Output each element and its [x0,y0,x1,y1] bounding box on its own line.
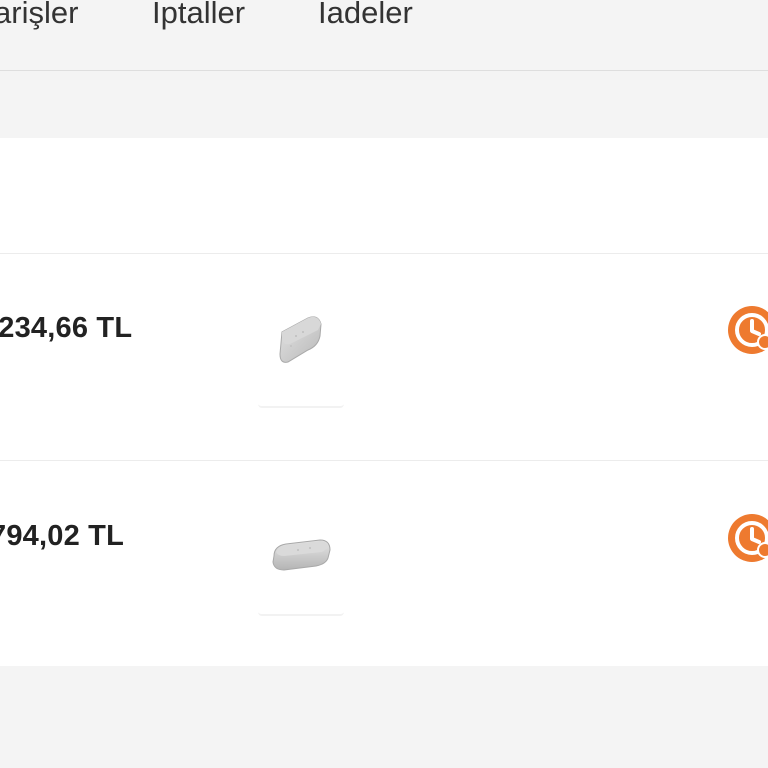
order-total-price: .234,66 TL [0,312,133,344]
tab-cancellations[interactable]: İptaller [152,0,245,38]
page-footer-space [0,666,768,768]
order-row[interactable]: 794,02 TL [0,462,768,668]
order-status-clock-icon[interactable] [728,306,768,354]
orders-card-header [0,138,768,254]
order-total-price: 794,02 TL [0,520,124,552]
tab-returns[interactable]: İadeler [318,0,413,38]
order-status-clock-icon[interactable] [728,514,768,562]
clock-icon [735,521,768,558]
clock-icon [735,313,768,350]
tab-orders[interactable]: arişler [0,0,78,38]
order-tabs: arişler İptaller İadeler [0,0,768,71]
soap-bar-icon [279,316,322,363]
product-thumbnail[interactable] [258,514,344,616]
product-thumbnail[interactable] [258,306,344,408]
soap-bar-icon [272,539,331,571]
orders-card: .234,66 TL 794,02 TL [0,138,768,666]
order-row[interactable]: .234,66 TL [0,254,768,461]
section-spacer [0,71,768,137]
